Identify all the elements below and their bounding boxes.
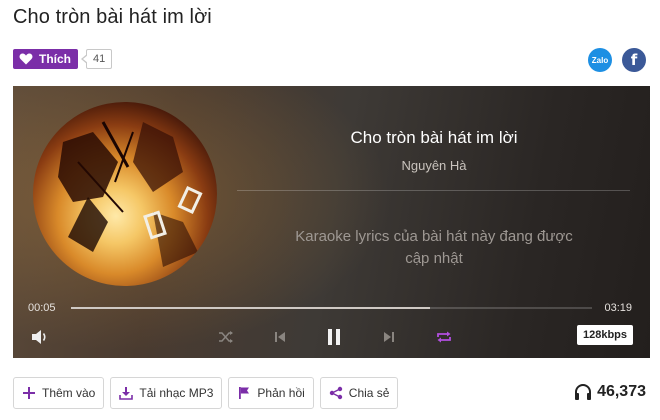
bitrate-selector[interactable]: 128kbps xyxy=(576,325,633,345)
facebook-icon[interactable]: f xyxy=(622,48,646,72)
volume-button[interactable] xyxy=(29,326,51,348)
like-bar: Thích 41 xyxy=(13,49,113,69)
like-button[interactable]: Thích xyxy=(13,49,78,69)
song-artist[interactable]: Nguyên Hà xyxy=(238,158,630,173)
previous-icon xyxy=(275,332,285,342)
divider xyxy=(237,190,630,191)
page-title: Cho tròn bài hát im lời xyxy=(13,6,212,28)
repeat-button[interactable] xyxy=(433,326,455,348)
share-icons: Zalo f xyxy=(588,48,646,72)
share-label: Chia sẻ xyxy=(348,386,390,400)
download-mp3-label: Tải nhạc MP3 xyxy=(139,386,214,400)
flag-icon xyxy=(237,386,251,400)
shuffle-button[interactable] xyxy=(215,326,237,348)
add-to-label: Thêm vào xyxy=(42,386,96,400)
share-icon xyxy=(329,386,343,400)
headphones-icon xyxy=(575,383,592,400)
download-icon xyxy=(119,386,134,400)
zalo-icon[interactable]: Zalo xyxy=(588,48,612,72)
zalo-label: Zalo xyxy=(591,55,609,65)
song-title: Cho tròn bài hát im lời xyxy=(350,128,518,147)
music-player: Cho tròn bài hát im lời Nguyên Hà Karaok… xyxy=(13,86,650,358)
progress-fill xyxy=(71,307,431,309)
share-button[interactable]: Chia sẻ xyxy=(319,377,399,409)
feedback-label: Phản hồi xyxy=(257,386,305,400)
repeat-icon xyxy=(437,331,451,343)
plus-icon xyxy=(22,386,36,400)
action-bar: Thêm vào Tải nhạc MP3 Phản hồi Chia sẻ xyxy=(13,377,399,409)
pause-icon xyxy=(328,329,340,345)
album-cover xyxy=(33,102,217,286)
previous-button[interactable] xyxy=(269,326,291,348)
listen-count-value: 46,373 xyxy=(597,383,646,400)
facebook-label: f xyxy=(630,51,638,69)
listen-count: 46,373 xyxy=(574,383,646,401)
heart-icon xyxy=(19,53,33,65)
add-to-button[interactable]: Thêm vào xyxy=(13,377,105,409)
volume-icon xyxy=(32,330,46,344)
like-count: 41 xyxy=(80,49,113,69)
feedback-button[interactable]: Phản hồi xyxy=(228,377,314,409)
progress-bar[interactable] xyxy=(71,307,592,309)
next-button[interactable] xyxy=(378,326,400,348)
lyrics-placeholder: Karaoke lyrics của bài hát này đang được… xyxy=(295,228,573,267)
cover-artwork xyxy=(58,121,203,267)
shuffle-icon xyxy=(219,331,233,343)
like-label: Thích xyxy=(39,52,71,66)
next-icon xyxy=(384,332,394,342)
current-time: 00:05 xyxy=(28,302,56,314)
pause-button[interactable] xyxy=(323,326,345,348)
download-mp3-button[interactable]: Tải nhạc MP3 xyxy=(110,377,223,409)
total-time: 03:19 xyxy=(604,302,632,314)
